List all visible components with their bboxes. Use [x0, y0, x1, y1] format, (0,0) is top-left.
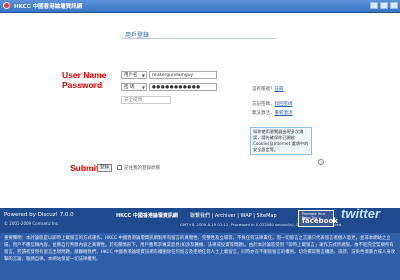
heading-divider: [121, 38, 276, 39]
forgot-password-link[interactable]: 找回密碼: [275, 102, 293, 107]
reactivate-row: 無法激活，重新激活: [252, 110, 293, 116]
wap-link[interactable]: WAP: [241, 213, 252, 219]
password-mode-value: 密 碼: [124, 85, 135, 90]
site-logo-icon: [3, 2, 10, 9]
reactivate-link[interactable]: 重新激活: [275, 111, 293, 116]
twitter-logo[interactable]: twitter: [341, 206, 380, 221]
legal-disclaimer: 重要聲明：本討論區是以即時上載留言的方式運作，HKCC 中國香港論壇資訊網對所有…: [4, 236, 396, 262]
facebook-logo: facebook: [302, 217, 338, 225]
security-question-select[interactable]: 安全提問: [121, 96, 171, 104]
not-registered-text: 沒有帳號？: [252, 87, 275, 92]
chevron-down-icon: ▼: [141, 73, 145, 78]
security-question-value: 安全提問: [124, 98, 142, 103]
username-mode-value: 用戶名: [124, 73, 138, 78]
close-icon[interactable]: [390, 2, 398, 9]
no-activation-prefix: 無法激活，: [252, 111, 275, 116]
register-link[interactable]: 註冊: [275, 87, 284, 92]
password-input[interactable]: ●●●●●●●●●●●: [149, 83, 217, 91]
sitemap-link[interactable]: SiteMap: [257, 213, 277, 219]
copyright: © 2001-2009 Comsenz Inc.: [4, 221, 60, 226]
username-mode-select[interactable]: 用戶名 ▼: [121, 71, 147, 79]
remember-me-checkbox[interactable]: [117, 165, 122, 170]
password-mode-select[interactable]: 密 碼 ▼: [121, 83, 147, 91]
maximize-icon[interactable]: [380, 2, 388, 9]
password-annotation: Password: [62, 80, 103, 90]
submit-annotation: Submit: [70, 163, 99, 173]
username-annotation: User Name: [62, 70, 107, 80]
footer-site-name: HKCC 中國香港論壇資訊網: [116, 213, 178, 219]
footer-bar: Powered by Discuz! 7.0.0 © 2001-2009 Com…: [0, 208, 400, 233]
forgot-password-row: 忘記密碼，找回密碼: [252, 101, 293, 107]
browser-notice: 如你使用瀏覽器出現多次錯誤，請先確保你已開啟Cookies及Internet 選…: [250, 127, 312, 155]
forgot-prefix: 忘記密碼，: [252, 102, 275, 107]
info-icon[interactable]: i: [318, 159, 324, 165]
title-bar: HKCC 中國香港論壇資訊網: [0, 0, 400, 13]
facebook-badge[interactable]: Promote Your Page Too facebook: [298, 210, 338, 227]
login-panel: [0, 13, 400, 208]
window-title: HKCC 中國香港論壇資訊網: [14, 4, 83, 10]
minimize-icon[interactable]: [370, 2, 378, 9]
register-prompt: 沒有帳號？註冊: [252, 86, 284, 92]
powered-by: Powered by Discuz! 7.0.0: [4, 212, 74, 218]
footer-links: 聯繫我們 | Archiver | WAP | SiteMap: [190, 213, 277, 219]
remember-me-label: 記住我的登錄狀態: [124, 166, 160, 171]
username-input[interactable]: mistergundamguy: [149, 71, 217, 79]
chevron-down-icon: ▼: [141, 85, 145, 90]
login-button[interactable]: 登錄: [97, 164, 112, 172]
archiver-link[interactable]: Archiver: [215, 213, 236, 219]
contact-link[interactable]: 聯繫我們: [190, 213, 210, 219]
